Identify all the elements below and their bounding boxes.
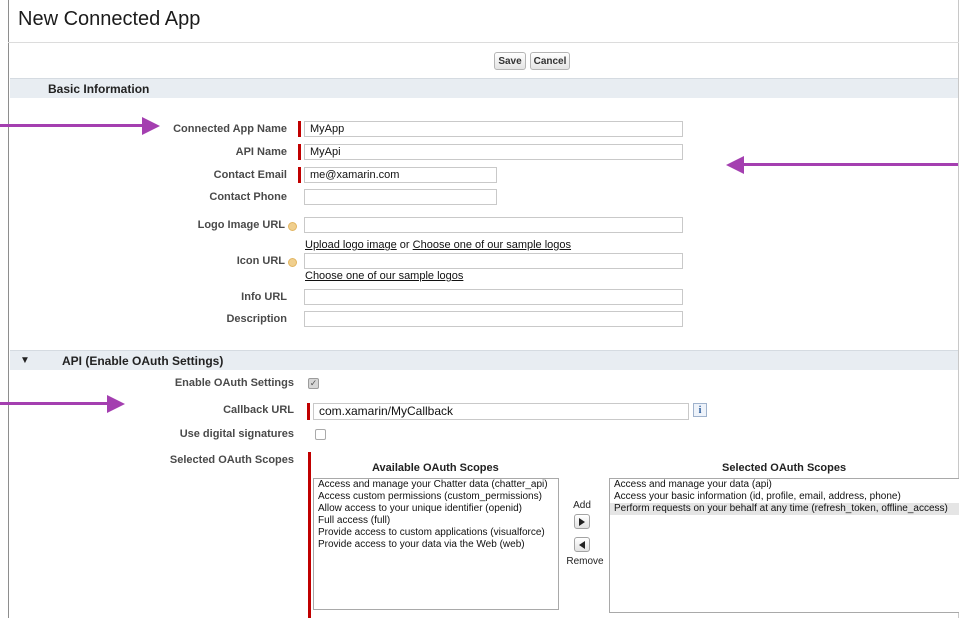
collapse-toggle-icon[interactable]: ▼ xyxy=(20,355,62,366)
list-item-selected[interactable]: Perform requests on your behalf at any t… xyxy=(610,503,959,515)
enable-oauth-checkbox[interactable]: ✓ xyxy=(308,378,319,389)
add-label: Add xyxy=(573,500,591,511)
required-marker xyxy=(298,144,301,160)
contact-phone-label: Contact Phone xyxy=(209,191,287,203)
section-title: API (Enable OAuth Settings) xyxy=(62,353,224,368)
api-name-label: API Name xyxy=(235,146,287,158)
remove-scope-button[interactable] xyxy=(574,537,590,552)
remove-label: Remove xyxy=(566,556,604,567)
icon-url-label: Icon URL xyxy=(236,255,285,267)
window-left-border xyxy=(8,0,9,618)
list-item[interactable]: Provide access to custom applications (v… xyxy=(314,527,558,539)
contact-phone-input[interactable] xyxy=(304,189,497,205)
callback-url-input[interactable]: com.xamarin/MyCallback xyxy=(313,403,689,420)
required-marker xyxy=(307,403,310,420)
required-marker xyxy=(298,167,301,183)
choose-sample-logo-link[interactable]: Choose one of our sample logos xyxy=(413,239,571,251)
info-url-label: Info URL xyxy=(241,291,287,303)
annotation-arrow-app-name xyxy=(0,117,160,135)
page-title: New Connected App xyxy=(18,8,201,30)
available-scopes-title: Available OAuth Scopes xyxy=(372,462,499,474)
oauth-scopes-label: Selected OAuth Scopes xyxy=(169,454,294,466)
app-name-input[interactable]: MyApp xyxy=(304,121,683,137)
api-name-input[interactable]: MyApi xyxy=(304,144,683,160)
list-item[interactable]: Access your basic information (id, profi… xyxy=(610,491,959,503)
logo-url-label: Logo Image URL xyxy=(197,219,285,231)
logo-links: Upload logo image or Choose one of our s… xyxy=(305,235,571,253)
required-marker xyxy=(298,121,301,137)
list-item[interactable]: Allow access to your unique identifier (… xyxy=(314,503,558,515)
caret-left-icon xyxy=(579,540,585,549)
enable-oauth-label: Enable OAuth Settings xyxy=(174,377,294,389)
title-divider xyxy=(8,42,959,43)
digital-signatures-label: Use digital signatures xyxy=(179,428,294,440)
choose-sample-icon-link[interactable]: Choose one of our sample logos xyxy=(305,270,463,282)
section-title: Basic Information xyxy=(48,81,150,96)
app-name-label: Connected App Name xyxy=(173,123,287,135)
digital-signatures-checkbox[interactable] xyxy=(315,429,326,440)
cancel-button[interactable]: Cancel xyxy=(530,52,570,70)
list-item[interactable]: Full access (full) xyxy=(314,515,558,527)
selected-scopes-list[interactable]: Access and manage your data (api) Access… xyxy=(609,478,959,613)
available-scopes-list[interactable]: Access and manage your Chatter data (cha… xyxy=(313,478,559,610)
basic-information-header: Basic Information xyxy=(10,78,958,98)
list-item[interactable]: Access and manage your data (api) xyxy=(610,479,959,491)
or-text: or xyxy=(396,239,413,251)
oauth-settings-header[interactable]: ▼ API (Enable OAuth Settings) xyxy=(10,350,958,370)
selected-scopes-title: Selected OAuth Scopes xyxy=(722,462,847,474)
contact-email-input[interactable]: me@xamarin.com xyxy=(304,167,497,183)
save-button[interactable]: Save xyxy=(494,52,526,70)
callback-url-label: Callback URL xyxy=(223,404,294,416)
help-icon[interactable] xyxy=(288,258,297,267)
required-marker xyxy=(308,452,311,618)
list-item[interactable]: Access custom permissions (custom_permis… xyxy=(314,491,558,503)
annotation-arrow-api-name xyxy=(726,156,958,174)
description-label: Description xyxy=(226,313,287,325)
add-scope-button[interactable] xyxy=(574,514,590,529)
upload-logo-link[interactable]: Upload logo image xyxy=(305,239,397,251)
info-icon[interactable]: i xyxy=(693,403,707,417)
description-input[interactable] xyxy=(304,311,683,327)
annotation-arrow-callback-url xyxy=(0,395,126,413)
help-icon[interactable] xyxy=(288,222,297,231)
list-item[interactable]: Access and manage your Chatter data (cha… xyxy=(314,479,558,491)
list-item[interactable]: Provide access to your data via the Web … xyxy=(314,539,558,551)
icon-url-input[interactable] xyxy=(304,253,683,269)
logo-url-input[interactable] xyxy=(304,217,683,233)
caret-right-icon xyxy=(579,517,585,526)
contact-email-label: Contact Email xyxy=(213,169,287,181)
info-url-input[interactable] xyxy=(304,289,683,305)
